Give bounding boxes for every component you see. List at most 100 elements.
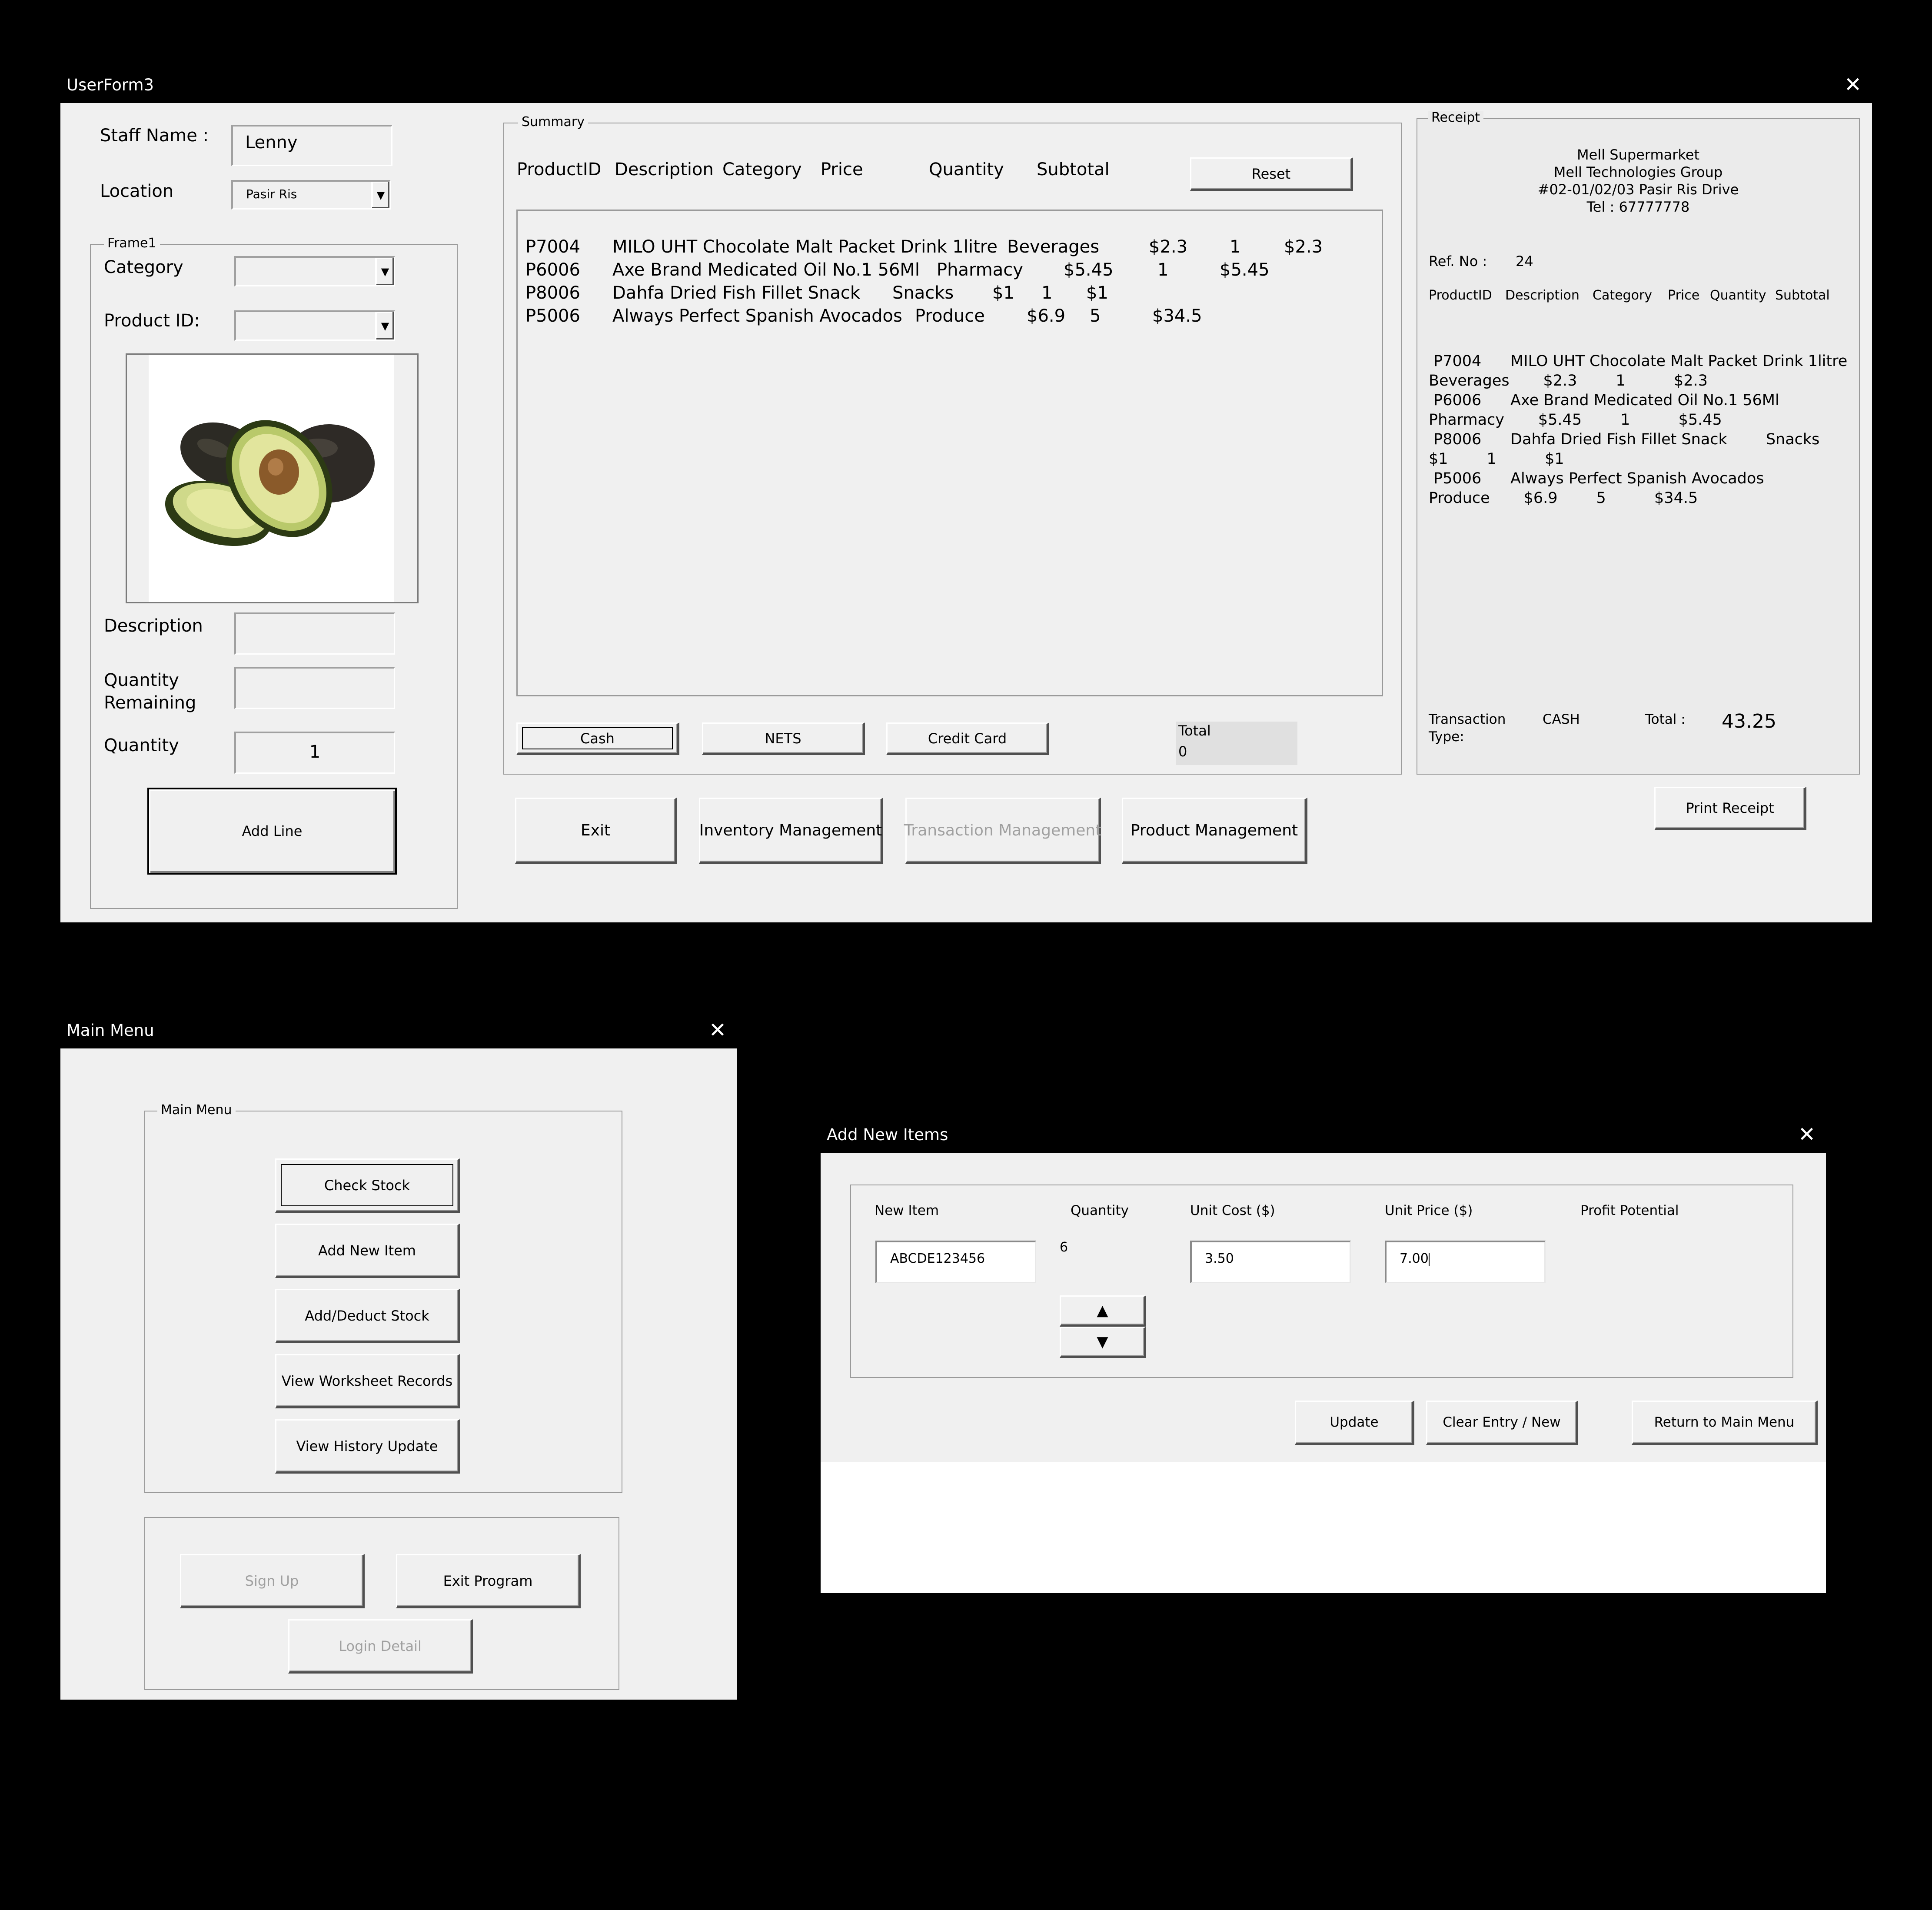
description-field[interactable] <box>234 612 395 655</box>
exit-program-label: Exit Program <box>443 1572 533 1589</box>
view-worksheet-records-label: View Worksheet Records <box>281 1372 453 1389</box>
qty-remaining-label-2: Remaining <box>104 693 196 713</box>
add-new-item-button[interactable]: Add New Item <box>275 1224 460 1278</box>
product-id-dropdown[interactable]: ▼ <box>234 310 395 341</box>
receipt-header-category: Category <box>1593 288 1653 303</box>
summary-listbox[interactable]: P7004 MILO UHT Chocolate Malt Packet Dri… <box>516 210 1383 696</box>
main-menu-title: Main Menu <box>67 1021 154 1040</box>
receipt-header-description: Description <box>1505 288 1580 303</box>
receipt-line: P6006 Axe Brand Medicated Oil No.1 56Ml <box>1429 392 1779 409</box>
description-label: Description <box>104 616 203 636</box>
add-deduct-stock-button[interactable]: Add/Deduct Stock <box>275 1289 460 1343</box>
add-new-items-titlebar: Add New Items ✕ <box>821 1117 1826 1153</box>
userform3-client: Staff Name : Lenny Location Pasir Ris ▼ … <box>60 103 1872 922</box>
chevron-down-icon[interactable]: ▼ <box>375 258 394 285</box>
print-receipt-label: Print Receipt <box>1686 800 1774 816</box>
credit-card-button[interactable]: Credit Card <box>886 722 1049 755</box>
summary-cell-price: $5.45 <box>1064 260 1114 280</box>
cash-button[interactable]: Cash <box>516 722 679 755</box>
arrow-up-icon: ▲ <box>1097 1302 1108 1319</box>
summary-header-category: Category <box>722 160 802 180</box>
unit-price-label: Unit Price ($) <box>1385 1203 1473 1218</box>
add-new-items-window: Add New Items ✕ New Item Quantity Unit C… <box>821 1117 1826 1593</box>
clear-entry-new-button[interactable]: Clear Entry / New <box>1426 1401 1578 1445</box>
view-history-update-button[interactable]: View History Update <box>275 1419 460 1474</box>
total-label: Total <box>1178 722 1211 739</box>
userform3-title: UserForm3 <box>67 76 154 94</box>
receipt-transaction-label-2: Type: <box>1429 729 1464 745</box>
new-item-input[interactable]: ABCDE123456 <box>875 1241 1036 1283</box>
check-stock-label: Check Stock <box>324 1177 410 1194</box>
summary-cell-qty: 1 <box>1041 283 1053 303</box>
summary-cell-desc: MILO UHT Chocolate Malt Packet Drink 1li… <box>612 237 998 257</box>
receipt-line: P7004 MILO UHT Chocolate Malt Packet Dri… <box>1429 353 1848 370</box>
inventory-management-label: Inventory Management <box>699 821 882 839</box>
chevron-down-icon[interactable]: ▼ <box>371 182 389 208</box>
unit-cost-input[interactable]: 3.50 <box>1190 1241 1351 1283</box>
nets-label: NETS <box>765 730 801 747</box>
exit-program-button[interactable]: Exit Program <box>396 1554 581 1608</box>
frame1-caption: Frame1 <box>104 237 160 250</box>
nets-button[interactable]: NETS <box>702 722 865 755</box>
sign-up-label: Sign Up <box>245 1572 299 1589</box>
receipt-tel: Tel : 67777778 <box>1586 199 1690 215</box>
product-image-frame <box>126 353 419 603</box>
quantity-field[interactable]: 1 <box>234 732 395 774</box>
staff-name-field[interactable]: Lenny <box>231 125 392 166</box>
main-menu-close-icon[interactable]: ✕ <box>705 1013 731 1048</box>
credit-card-label: Credit Card <box>928 730 1007 747</box>
main-menu-client: Main Menu Check Stock Add New Item Add/D… <box>60 1048 737 1700</box>
location-dropdown[interactable]: Pasir Ris ▼ <box>231 180 391 210</box>
unit-price-input[interactable]: 7.00 <box>1385 1241 1546 1283</box>
summary-header-quantity: Quantity <box>929 160 1004 180</box>
add-line-button[interactable]: Add Line <box>147 788 397 875</box>
receipt-line: $1 1 $1 <box>1429 450 1564 468</box>
location-value: Pasir Ris <box>246 187 297 201</box>
category-dropdown[interactable]: ▼ <box>234 256 395 286</box>
summary-cell-cat: Produce <box>915 306 985 326</box>
product-management-label: Product Management <box>1130 821 1298 839</box>
unit-cost-value: 3.50 <box>1205 1251 1234 1266</box>
quantity-value: 6 <box>1060 1240 1068 1255</box>
summary-cell-subtotal: $5.45 <box>1220 260 1270 280</box>
receipt-ref-value: 24 <box>1516 253 1533 270</box>
userform3-titlebar: UserForm3 ✕ <box>60 67 1872 103</box>
receipt-transaction-label-1: Transaction <box>1429 712 1506 727</box>
userform3-window: UserForm3 ✕ Staff Name : Lenny Location … <box>60 67 1872 922</box>
receipt-line: P5006 Always Perfect Spanish Avocados <box>1429 470 1764 487</box>
return-to-main-menu-button[interactable]: Return to Main Menu <box>1632 1401 1818 1445</box>
login-detail-button[interactable]: Login Detail <box>288 1619 473 1674</box>
summary-cell-desc: Axe Brand Medicated Oil No.1 56Ml <box>612 260 920 280</box>
view-history-update-label: View History Update <box>296 1437 438 1454</box>
cash-label: Cash <box>580 730 615 747</box>
view-worksheet-records-button[interactable]: View Worksheet Records <box>275 1354 460 1408</box>
add-new-items-close-icon[interactable]: ✕ <box>1794 1117 1820 1153</box>
inventory-management-button[interactable]: Inventory Management <box>699 798 883 864</box>
check-stock-button[interactable]: Check Stock <box>275 1158 460 1213</box>
summary-cell-cat: Snacks <box>892 283 954 303</box>
summary-cell-subtotal: $1 <box>1086 283 1108 303</box>
add-new-items-title: Add New Items <box>827 1125 948 1144</box>
quantity-spin-up-button[interactable]: ▲ <box>1060 1295 1146 1327</box>
chevron-down-icon[interactable]: ▼ <box>375 312 394 339</box>
sign-up-button[interactable]: Sign Up <box>180 1554 365 1608</box>
print-receipt-button[interactable]: Print Receipt <box>1654 787 1806 830</box>
quantity-spin-down-button[interactable]: ▼ <box>1060 1327 1146 1358</box>
quantity-value: 1 <box>309 742 321 762</box>
summary-cell-qty: 5 <box>1090 306 1101 326</box>
summary-cell-id: P7004 <box>525 237 580 257</box>
total-value: 0 <box>1178 743 1187 760</box>
receipt-line: Produce $6.9 5 $34.5 <box>1429 489 1698 507</box>
quantity-label: Quantity <box>104 735 179 755</box>
exit-button[interactable]: Exit <box>515 798 677 864</box>
transaction-management-button[interactable]: Transaction Management <box>904 798 1101 864</box>
summary-cell-qty: 1 <box>1157 260 1169 280</box>
userform3-close-icon[interactable]: ✕ <box>1840 67 1866 103</box>
product-management-button[interactable]: Product Management <box>1122 798 1307 864</box>
receipt-total-value: 43.25 <box>1722 710 1776 732</box>
text-cursor <box>1428 1252 1430 1266</box>
update-button[interactable]: Update <box>1295 1401 1414 1445</box>
summary-cell-subtotal: $2.3 <box>1284 237 1323 257</box>
summary-cell-qty: 1 <box>1230 237 1241 257</box>
reset-button[interactable]: Reset <box>1190 157 1353 191</box>
